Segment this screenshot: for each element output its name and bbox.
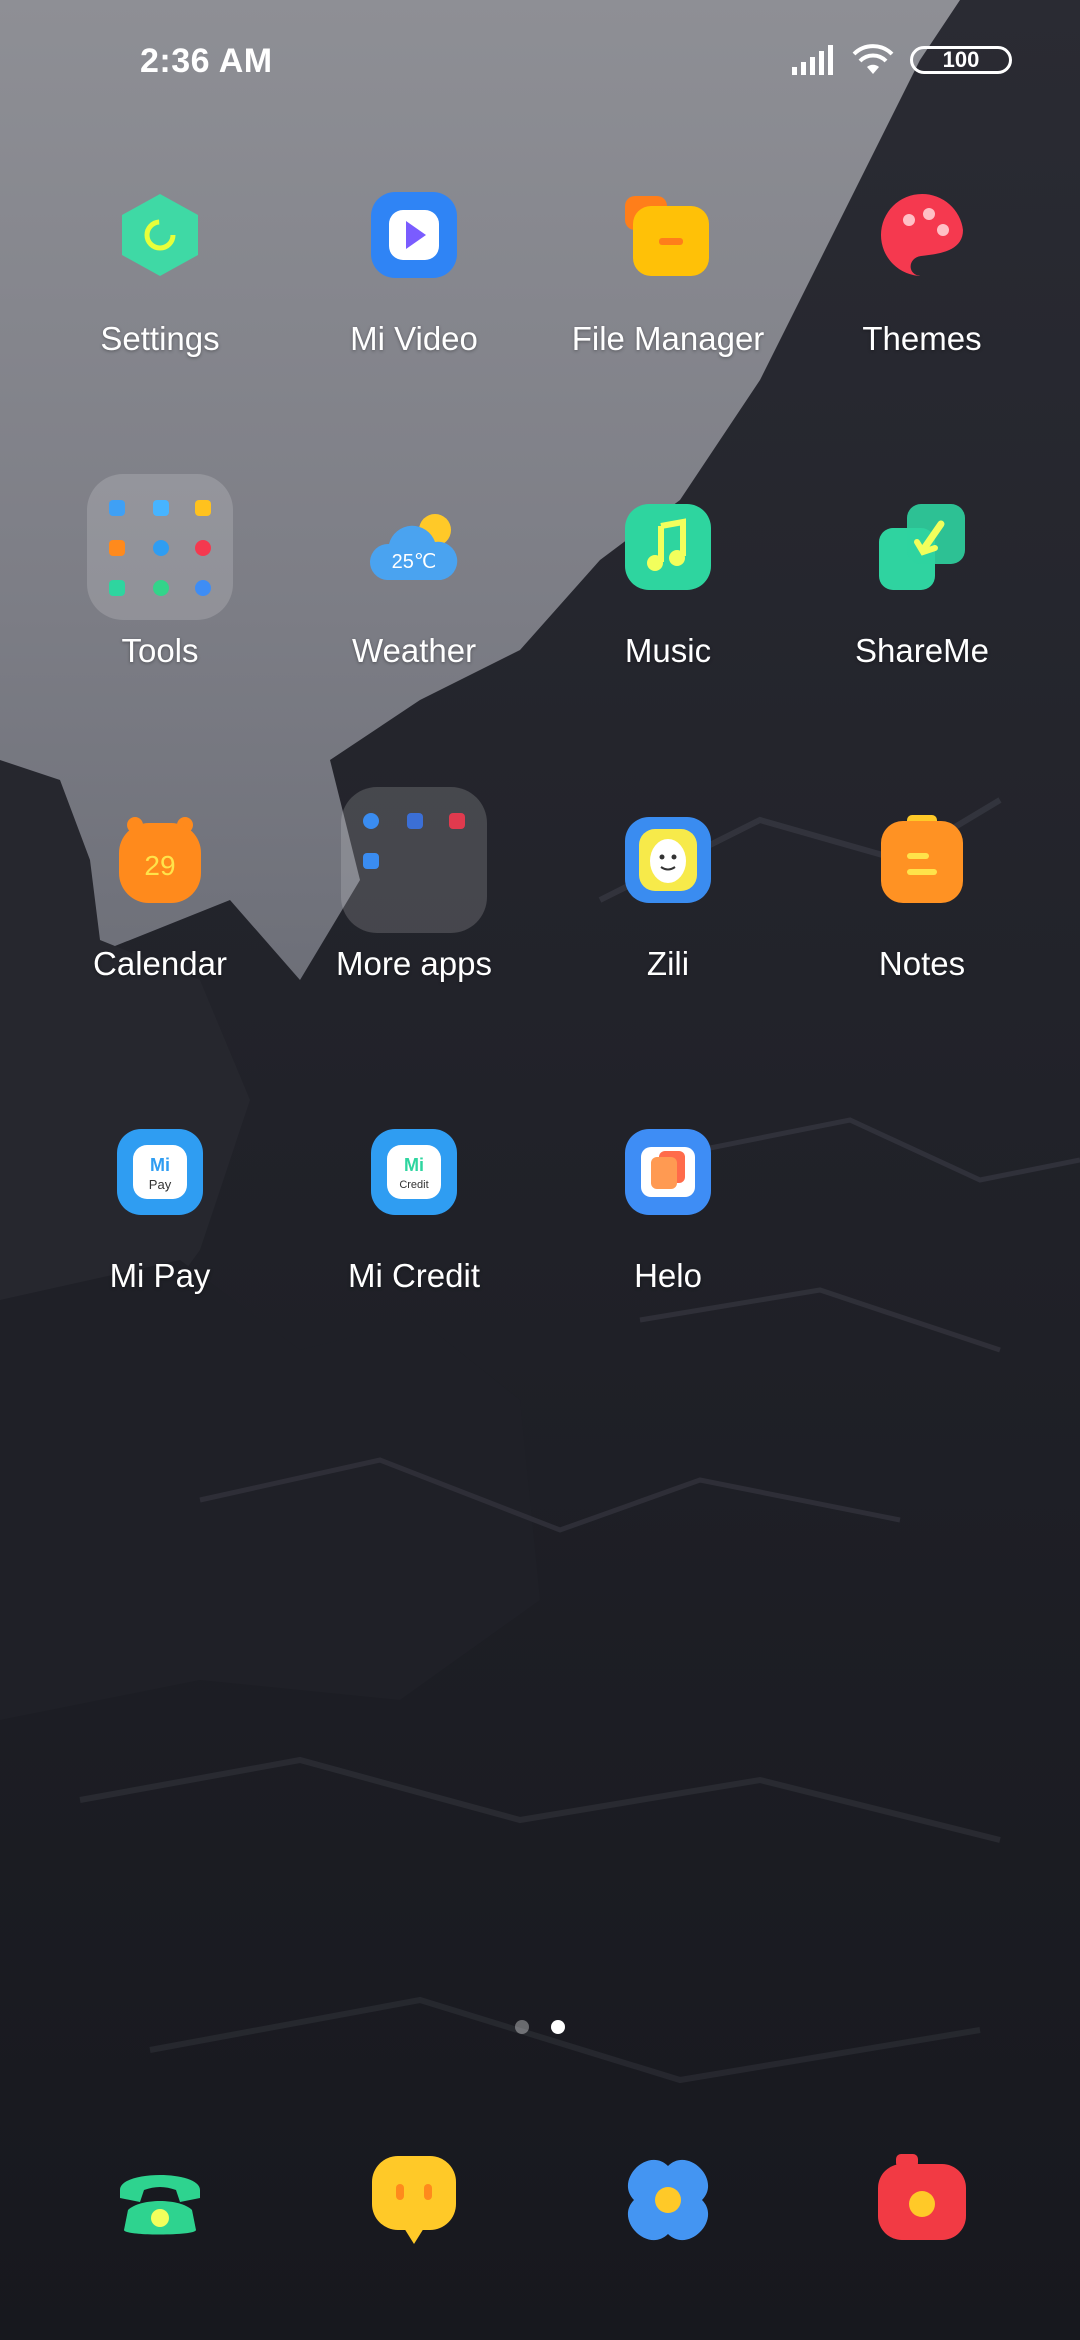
app-zili[interactable]: Zili xyxy=(541,815,795,983)
themes-icon xyxy=(880,193,963,276)
mi-credit-icon: Mi Credit xyxy=(371,1129,457,1215)
app-weather[interactable]: 25℃ Weather xyxy=(287,502,541,670)
svg-text:Mi: Mi xyxy=(404,1155,424,1175)
app-calendar[interactable]: 29 Calendar xyxy=(33,815,287,983)
app-label: Calendar xyxy=(93,945,227,982)
app-label: Zili xyxy=(646,945,690,982)
phone-icon xyxy=(120,2175,200,2235)
app-mi-video[interactable]: Mi Video xyxy=(287,190,541,358)
camera-icon xyxy=(878,2154,966,2240)
app-notes[interactable]: Notes xyxy=(795,815,1049,983)
messaging-icon xyxy=(372,2156,456,2244)
mi-pay-icon: Mi Pay xyxy=(117,1129,203,1215)
app-mi-credit[interactable]: Mi Credit Mi Credit xyxy=(287,1127,541,1295)
battery-icon: 100 xyxy=(910,46,1012,74)
mi-pay-badge-text: Pay xyxy=(149,1177,172,1192)
wifi-icon xyxy=(852,44,894,74)
shareme-icon xyxy=(879,504,965,590)
app-label: Music xyxy=(624,632,712,669)
mi-credit-badge-text: Credit xyxy=(399,1179,428,1191)
app-label: More apps xyxy=(336,945,492,982)
weather-icon: 25℃ xyxy=(369,514,458,580)
dock-messaging[interactable] xyxy=(364,2150,464,2250)
app-label: Mi Pay xyxy=(109,1257,211,1294)
signal-icon xyxy=(792,45,833,75)
app-label: Weather xyxy=(351,632,477,669)
app-helo[interactable]: Helo xyxy=(541,1127,795,1295)
status-icons: 100 xyxy=(792,44,1012,76)
calendar-day: 29 xyxy=(144,850,175,881)
notes-icon xyxy=(881,815,963,903)
weather-temperature: 25℃ xyxy=(392,551,437,573)
app-mi-pay[interactable]: Mi Pay Mi Pay xyxy=(33,1127,287,1295)
svg-text:Mi: Mi xyxy=(150,1155,170,1175)
folder-more-apps[interactable]: More apps xyxy=(287,787,541,983)
zili-icon xyxy=(625,817,711,903)
folder-tools[interactable]: Tools xyxy=(33,474,287,670)
status-time: 2:36 AM xyxy=(140,42,273,80)
settings-icon xyxy=(122,194,198,276)
app-label: Notes xyxy=(878,945,966,982)
dock-browser[interactable] xyxy=(618,2150,718,2250)
app-label: Themes xyxy=(862,320,982,357)
app-themes[interactable]: Themes xyxy=(795,190,1049,358)
browser-icon xyxy=(627,2159,709,2241)
page-dot-active[interactable] xyxy=(551,2020,565,2034)
app-label: Mi Video xyxy=(350,320,478,357)
app-label: File Manager xyxy=(571,320,765,357)
music-icon xyxy=(625,504,711,590)
app-shareme[interactable]: ShareMe xyxy=(795,502,1049,670)
more-apps-folder-icon xyxy=(341,787,487,933)
page-indicator[interactable] xyxy=(0,2020,1080,2034)
file-manager-icon xyxy=(625,196,709,276)
page-dot[interactable] xyxy=(515,2020,529,2034)
mi-video-icon xyxy=(371,192,457,278)
status-bar: 2:36 AM 100 xyxy=(0,0,1080,120)
dock-phone[interactable] xyxy=(110,2150,210,2250)
app-label: Helo xyxy=(634,1257,702,1294)
app-label: ShareMe xyxy=(855,632,989,669)
app-label: Tools xyxy=(121,632,199,669)
dock-camera[interactable] xyxy=(872,2150,972,2250)
helo-icon xyxy=(625,1129,711,1215)
calendar-icon: 29 xyxy=(119,817,201,903)
app-label: Settings xyxy=(100,320,220,357)
tools-folder-icon xyxy=(87,474,233,620)
app-settings[interactable]: Settings xyxy=(33,190,287,358)
dock xyxy=(0,2150,1080,2260)
app-music[interactable]: Music xyxy=(541,502,795,670)
app-label: Mi Credit xyxy=(347,1257,481,1294)
app-file-manager[interactable]: File Manager xyxy=(541,190,795,358)
